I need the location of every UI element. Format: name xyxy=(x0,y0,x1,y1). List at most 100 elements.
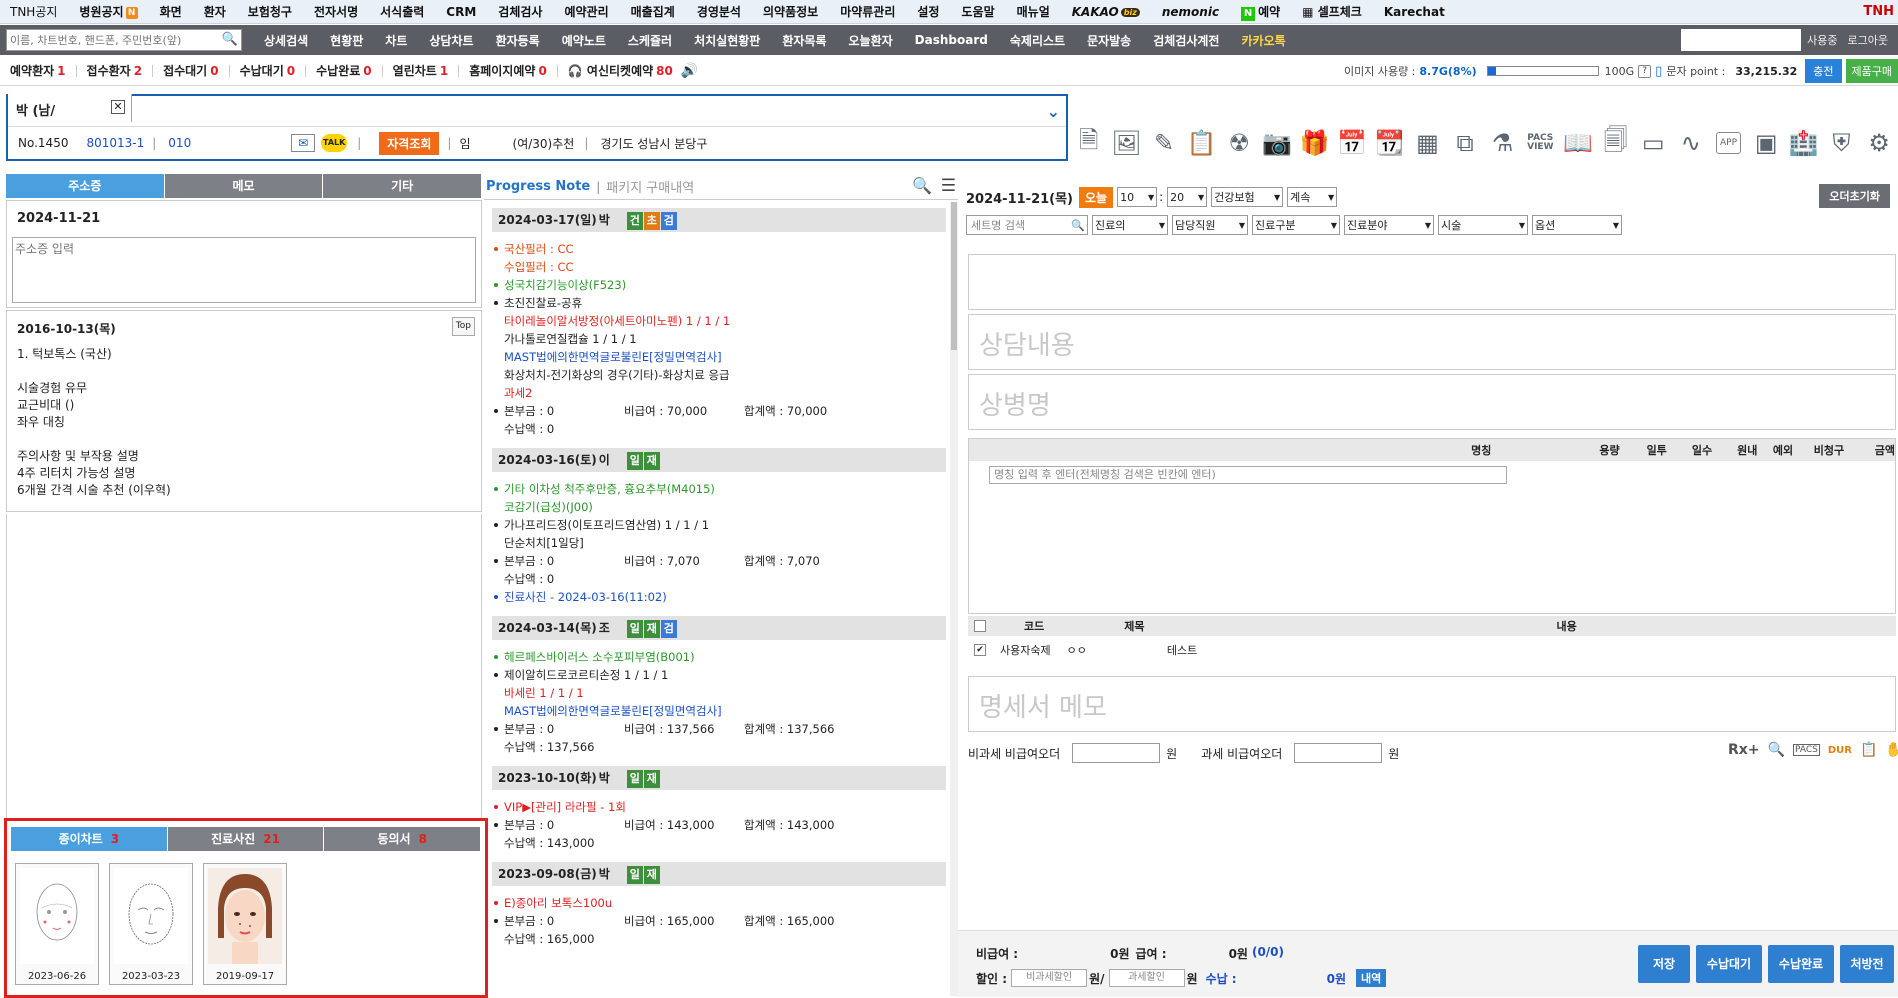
complaint-input[interactable] xyxy=(12,237,476,303)
row-checkbox[interactable]: ✔ xyxy=(974,644,986,656)
pay-waiting-button[interactable]: 수납대기 xyxy=(1696,945,1762,983)
product-buy-button[interactable]: 제품구매 xyxy=(1845,59,1898,83)
nav-chart[interactable]: 차트 xyxy=(385,32,407,49)
kakao-biz-logo[interactable]: KAKAO biz xyxy=(1072,5,1140,19)
procedure-select[interactable]: 시술 ▼ xyxy=(1438,215,1528,235)
visit-header[interactable]: 2024-03-16(토) 이 일 재 xyxy=(492,448,946,472)
speaker-icon[interactable]: 🔊 xyxy=(681,63,698,79)
menu-settings[interactable]: 설정 xyxy=(917,3,939,20)
menu-forms[interactable]: 서식출력 xyxy=(380,3,424,20)
gear-icon[interactable]: ⚙ xyxy=(1860,127,1898,159)
hour-select[interactable]: 10 ▼ xyxy=(1117,187,1158,207)
package-history-tab[interactable]: 패키지 구매내역 xyxy=(606,177,694,196)
status-waiting[interactable]: 접수대기 0 xyxy=(163,64,230,77)
envelope-icon[interactable]: ✉ xyxy=(291,134,316,152)
edit-icon[interactable]: ✎ xyxy=(1145,127,1183,159)
prescription-button[interactable]: 처방전 xyxy=(1840,945,1894,983)
menu-management[interactable]: 경영분석 xyxy=(697,3,741,20)
pacs-view-icon[interactable]: PACS VIEW xyxy=(1522,127,1560,159)
menu-screen[interactable]: 화면 xyxy=(160,3,182,20)
nontax-nonpay-input[interactable] xyxy=(1072,743,1161,763)
calendar-star-icon[interactable]: 📅 xyxy=(1333,127,1371,159)
nav-today-patients[interactable]: 오늘환자 xyxy=(849,32,893,49)
magnifier-icon[interactable]: 🔍 xyxy=(1768,742,1785,758)
nav-kakaotalk[interactable]: 카카오톡 xyxy=(1241,32,1285,49)
calendar-icon[interactable]: 📆 xyxy=(1371,127,1409,159)
patient-tab[interactable]: 박 (남/✕ xyxy=(8,94,132,122)
status-open-charts[interactable]: 열린차트 1 xyxy=(393,64,460,77)
visit-header[interactable]: 2024-03-14(목) 조 일 재 검 xyxy=(492,616,946,640)
status-ticket[interactable]: 🎧 여신티켓예약 80 🔊 xyxy=(568,63,709,79)
kakaotalk-icon[interactable]: TALK xyxy=(321,134,348,152)
visit-entry[interactable]: 2024-03-14(목) 조 일 재 검 헤르페스바이러스 소수포피부염(B001) 제이… xyxy=(492,616,946,760)
patient-search-input[interactable] xyxy=(7,33,221,47)
nav-patient-register[interactable]: 환자등록 xyxy=(496,32,540,49)
tablet-icon[interactable]: ▭ xyxy=(1634,127,1672,159)
menu-help[interactable]: 도움말 xyxy=(961,3,994,20)
visit-entry[interactable]: 2023-10-10(화) 박 일 재 VIP▶[관리] 라라필 - 1회 본부금 : 0… xyxy=(492,766,946,856)
menu-sales[interactable]: 매출집계 xyxy=(631,3,675,20)
nav-reservation-note[interactable]: 예약노트 xyxy=(562,32,606,49)
medication-name-input[interactable]: 명칭 입력 후 엔터(전체명칭 검색은 빈칸에 엔터) xyxy=(989,466,1507,484)
tab-memo[interactable]: 메모 xyxy=(164,174,324,198)
badge-icon[interactable]: ▣ xyxy=(1747,127,1785,159)
insurance-select[interactable]: 건강보험 ▼ xyxy=(1211,187,1284,207)
set-search-input[interactable]: 세트명 검색 🔍 xyxy=(966,215,1088,235)
nemonic-logo[interactable]: nemonic xyxy=(1162,5,1219,19)
menu-narcotics[interactable]: 마약류관리 xyxy=(840,3,895,20)
homework-row[interactable]: ✔ 사용자숙제 ㅇㅇ 테스트 xyxy=(968,636,1896,664)
tab-paper-chart[interactable]: 종이차트 3 xyxy=(11,827,168,851)
minute-select[interactable]: 20 ▼ xyxy=(1167,187,1208,207)
detail-button[interactable]: 내역 xyxy=(1356,969,1387,987)
staff-select[interactable]: 담당직원 ▼ xyxy=(1172,215,1248,235)
visit-entry[interactable]: 2023-09-08(금) 박 일 재 E)종아리 보톡스100u 본부금 : 0 비급여 … xyxy=(492,862,946,952)
history-doc-icon[interactable]: 🗐 xyxy=(1597,126,1635,159)
vital-icon[interactable]: ∿ xyxy=(1672,127,1710,159)
visit-photo-link[interactable]: 진료사진 - 2024-03-16(11:02) xyxy=(492,588,946,606)
search-icon[interactable]: 🔍 xyxy=(912,176,932,195)
tab-consent[interactable]: 동의서 8 xyxy=(324,827,482,851)
dur-icon[interactable]: DUR xyxy=(1828,745,1852,756)
pay-complete-button[interactable]: 수납완료 xyxy=(1768,945,1834,983)
nontax-discount-input[interactable]: 비과세할인 xyxy=(1011,969,1088,987)
menu-tnh-notice[interactable]: TNH공지 xyxy=(10,3,57,20)
option-select[interactable]: 옵션 ▼ xyxy=(1532,215,1622,235)
nav-lab-integration[interactable]: 검체검사계전 xyxy=(1153,32,1219,49)
tax-nonpay-input[interactable] xyxy=(1294,743,1383,763)
top-button[interactable]: Top xyxy=(451,317,475,336)
eligibility-check-button[interactable]: 자격조회 xyxy=(379,131,440,155)
thumbnail[interactable]: 2019-09-17 xyxy=(203,863,287,985)
tax-discount-input[interactable]: 과세할인 xyxy=(1108,969,1185,987)
shield-icon[interactable]: ⛨ xyxy=(1823,127,1861,159)
clipboard-add-icon[interactable]: 📋 xyxy=(1183,127,1221,159)
karechat[interactable]: Karechat xyxy=(1384,5,1445,19)
status-reserved[interactable]: 예약환자 1 xyxy=(10,64,77,77)
menu-insurance[interactable]: 보험청구 xyxy=(248,3,292,20)
charge-button[interactable]: 충전 xyxy=(1805,59,1842,83)
app-icon[interactable]: APP xyxy=(1715,132,1742,154)
menu-hospital-notice[interactable]: 병원공지 N xyxy=(79,3,138,20)
order-reset-button[interactable]: 오더초기화 xyxy=(1819,184,1890,208)
status-homepage[interactable]: 홈페이지예약 0 xyxy=(469,64,558,77)
nav-dashboard[interactable]: Dashboard xyxy=(915,33,988,47)
menu-lab[interactable]: 검체검사 xyxy=(498,3,542,20)
nav-treatment-board[interactable]: 처치실현황판 xyxy=(694,32,760,49)
visit-entry[interactable]: 2024-03-16(토) 이 일 재 기타 이차성 척주후만증, 흉요추부(M4015… xyxy=(492,448,946,610)
camera-icon[interactable]: 📷 xyxy=(1258,127,1296,159)
expand-chevron-icon[interactable]: ⌄ xyxy=(1047,102,1060,121)
search-icon[interactable]: 🔍 xyxy=(1071,219,1085,232)
order-input-area[interactable] xyxy=(968,254,1896,310)
help-icon[interactable]: ? xyxy=(1638,64,1652,78)
progress-scrollbar[interactable] xyxy=(950,202,958,996)
rx-plus-icon[interactable]: Rx+ xyxy=(1728,742,1760,758)
visit-header[interactable]: 2024-03-17(일) 박 건 초 검 xyxy=(492,208,946,232)
image-icon[interactable]: 🖼 xyxy=(1108,127,1146,159)
tab-clinic-photo[interactable]: 진료사진 21 xyxy=(167,827,325,851)
copy-icon[interactable]: ⧉ xyxy=(1446,127,1484,159)
user-field[interactable] xyxy=(1681,29,1802,51)
naver-reservation[interactable]: N 예약 xyxy=(1241,3,1280,21)
visit-header[interactable]: 2023-09-08(금) 박 일 재 xyxy=(492,862,946,886)
menu-esign[interactable]: 전자서명 xyxy=(314,3,358,20)
pacs-icon[interactable]: PACS xyxy=(1792,744,1820,756)
thumbnail[interactable]: 2023-03-23 xyxy=(109,863,193,985)
